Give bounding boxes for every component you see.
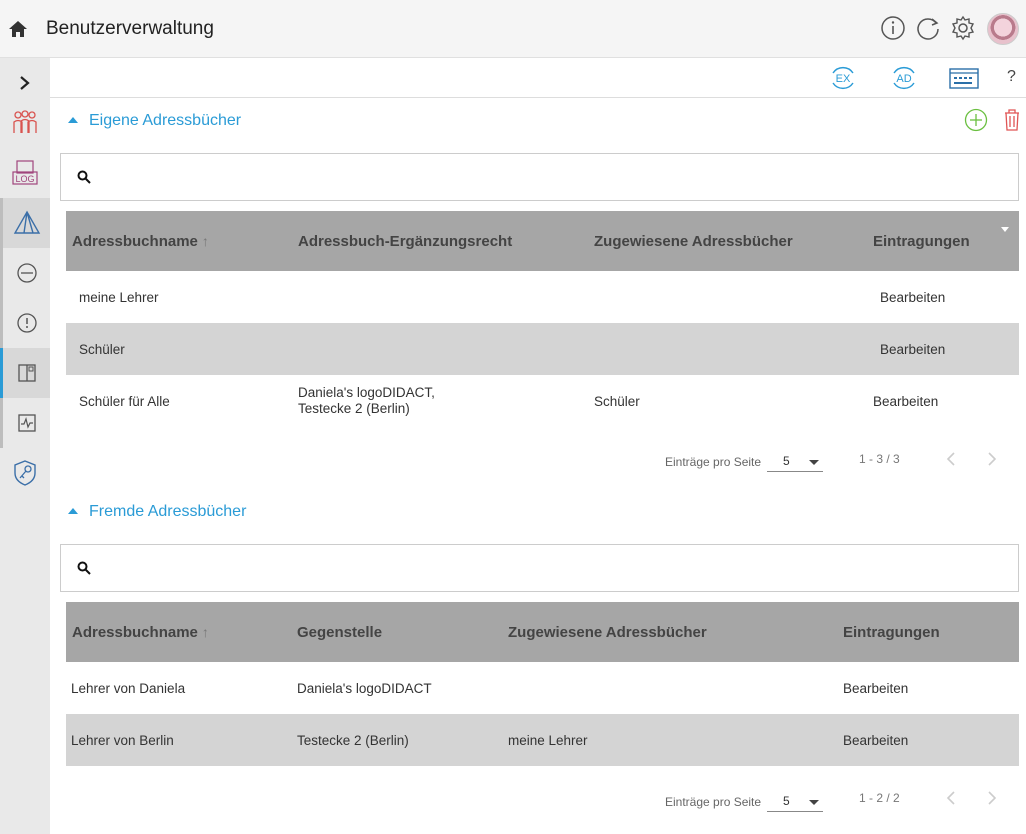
next-page-icon[interactable] <box>983 451 999 467</box>
col-header-entries[interactable]: Eintragungen <box>837 602 1019 662</box>
table-row[interactable]: meine Lehrer Bearbeiten <box>66 271 1019 323</box>
page-size-label: Einträge pro Seite <box>665 795 762 809</box>
search-icon <box>77 170 91 184</box>
avatar[interactable] <box>987 13 1019 45</box>
sidebar-item-addressbook[interactable] <box>0 348 50 398</box>
chevron-down-icon <box>809 460 819 465</box>
edit-link[interactable]: Bearbeiten <box>867 375 1019 427</box>
sidebar-item-alert[interactable] <box>0 298 50 348</box>
table-row[interactable]: Lehrer von Daniela Daniela's logoDIDACT … <box>66 662 1019 714</box>
col-header-counterpart[interactable]: Gegenstelle <box>291 602 502 662</box>
excel-sync-icon[interactable]: EX <box>827 63 859 93</box>
prev-page-icon[interactable] <box>944 790 960 806</box>
chevron-right-icon <box>20 76 30 90</box>
trash-icon[interactable] <box>1003 108 1021 132</box>
toolbar: EX AD ? <box>50 58 1026 98</box>
ad-sync-icon[interactable]: AD <box>888 63 920 93</box>
search-icon <box>77 561 91 575</box>
edit-link[interactable]: Bearbeiten <box>867 323 1019 375</box>
edit-link[interactable]: Bearbeiten <box>837 714 1019 766</box>
table-row[interactable]: Schüler Bearbeiten <box>66 323 1019 375</box>
section-title-own[interactable]: Eigene Adressbücher <box>89 112 241 130</box>
book-icon <box>17 364 36 382</box>
help-button[interactable]: ? <box>1007 68 1016 86</box>
pulse-icon <box>17 414 36 432</box>
sidebar-item-users[interactable] <box>0 98 50 148</box>
col-header-assigned[interactable]: Zugewiesene Adressbücher <box>588 211 867 271</box>
users-icon <box>13 110 37 133</box>
col-header-name[interactable]: Adressbuchname ↑ <box>66 211 292 271</box>
sidebar-item-minus[interactable] <box>0 248 50 298</box>
own-addressbooks-table: Adressbuchname ↑ Adressbuch-Ergänzungsrec… <box>66 211 1019 427</box>
sort-up-icon[interactable]: ↑ <box>202 624 209 640</box>
refresh-icon[interactable] <box>915 15 941 41</box>
svg-text:LOG: LOG <box>15 174 34 184</box>
table-row[interactable]: Schüler für Alle Daniela's logoDIDACT, Te… <box>66 375 1019 427</box>
column-menu-icon[interactable] <box>1001 227 1009 232</box>
log-icon: LOG <box>12 160 38 185</box>
table-header: Adressbuchname ↑ Adressbuch-Ergänzungsrec… <box>66 211 1019 271</box>
alert-circle-icon <box>16 313 37 333</box>
info-icon[interactable] <box>880 15 906 41</box>
col-header-entries[interactable]: Eintragungen <box>867 211 1019 271</box>
sidebar: LOG <box>0 58 50 834</box>
app-header: Benutzerverwaltung <box>0 0 1026 58</box>
chevron-down-icon <box>809 800 819 805</box>
svg-text:EX: EX <box>836 73 851 85</box>
minus-circle-icon <box>16 263 37 283</box>
collapse-foreign-icon[interactable] <box>68 508 78 514</box>
col-header-name[interactable]: Adressbuchname ↑ <box>66 602 291 662</box>
edit-link[interactable]: Bearbeiten <box>837 662 1019 714</box>
svg-text:AD: AD <box>896 73 911 85</box>
add-icon[interactable] <box>964 108 988 132</box>
gear-icon[interactable] <box>950 15 976 41</box>
keyboard-window-icon[interactable] <box>948 63 980 93</box>
col-header-assigned[interactable]: Zugewiesene Adressbücher <box>502 602 837 662</box>
edit-link[interactable]: Bearbeiten <box>867 271 1019 323</box>
section-title-foreign[interactable]: Fremde Adressbücher <box>89 503 246 521</box>
home-icon[interactable] <box>8 19 28 39</box>
next-page-icon[interactable] <box>983 790 999 806</box>
sidebar-item-monitor[interactable] <box>0 398 50 448</box>
col-header-right[interactable]: Adressbuch-Ergänzungsrecht <box>292 211 588 271</box>
shield-key-icon <box>14 460 36 486</box>
page-title: Benutzerverwaltung <box>46 18 214 39</box>
foreign-addressbooks-table: Adressbuchname ↑ Gegenstelle Zugewiesene … <box>66 602 1019 766</box>
prev-page-icon[interactable] <box>944 451 960 467</box>
sidebar-item-security[interactable] <box>0 448 50 498</box>
table-row[interactable]: Lehrer von Berlin Testecke 2 (Berlin) me… <box>66 714 1019 766</box>
search-input-foreign[interactable] <box>60 544 1019 592</box>
triangle-icon <box>13 210 40 234</box>
sidebar-item-log[interactable]: LOG <box>0 148 50 198</box>
pager-range: 1 - 3 / 3 <box>859 452 900 466</box>
page-size-select[interactable]: 5 <box>767 792 823 812</box>
table-header: Adressbuchname ↑ Gegenstelle Zugewiesene … <box>66 602 1019 662</box>
sidebar-item-addressbooks-group[interactable] <box>0 198 50 248</box>
pager-range: 1 - 2 / 2 <box>859 791 900 805</box>
collapse-own-icon[interactable] <box>68 117 78 123</box>
sort-up-icon[interactable]: ↑ <box>202 233 209 249</box>
search-input-own[interactable] <box>60 153 1019 201</box>
page-size-label: Einträge pro Seite <box>665 455 762 469</box>
page-size-select[interactable]: 5 <box>767 452 823 472</box>
